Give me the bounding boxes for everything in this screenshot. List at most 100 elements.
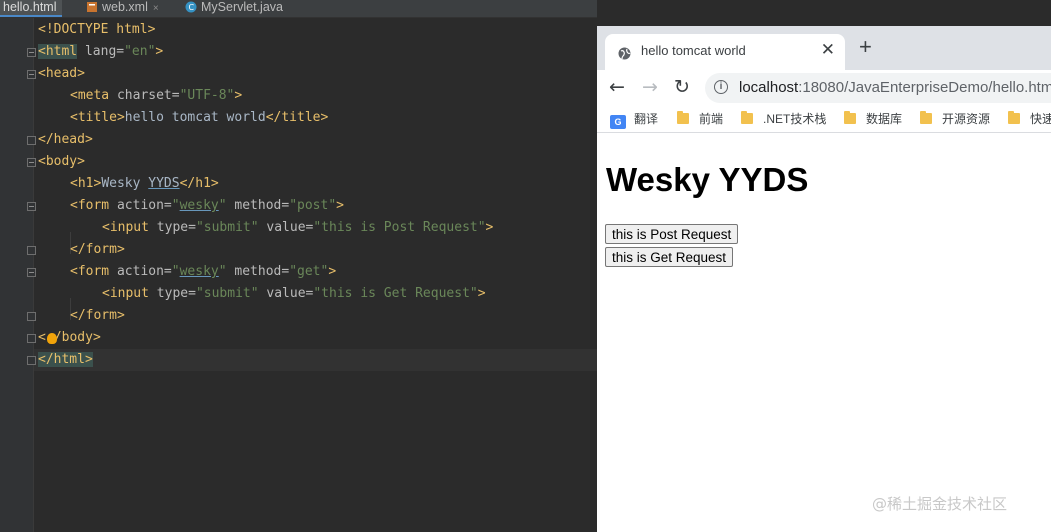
value-token: "submit" [195, 286, 259, 301]
tag-token: <input [102, 220, 149, 235]
fold-marker-head[interactable] [27, 70, 36, 79]
value-token: wesky [179, 264, 219, 279]
code-line: <html lang="en"> [38, 41, 163, 63]
tag-token: </title> [265, 110, 329, 125]
attr-token: action= [109, 264, 172, 279]
editor-tab-bar: hello.html web.xml × C MyServlet.java [0, 0, 597, 18]
lightbulb-icon[interactable] [47, 333, 57, 344]
tab-hello-html[interactable]: hello.html [0, 0, 62, 17]
bookmark-label: 快速 [1030, 112, 1051, 126]
fold-marker-html[interactable] [27, 48, 36, 57]
code-line: <h1>Wesky YYDS</h1> [70, 173, 219, 195]
browser-tab[interactable]: hello tomcat world ✕ [605, 34, 845, 70]
tag-token: <html [38, 44, 78, 59]
attr-token: method= [226, 264, 290, 279]
fold-marker-html-end[interactable] [27, 356, 36, 365]
code-line: </head> [38, 129, 93, 151]
fold-marker-form-end[interactable] [27, 312, 36, 321]
bookmark-dotnet[interactable]: .NET技术栈 [741, 110, 826, 127]
folder-icon [844, 111, 856, 124]
tag-token: <body> [38, 154, 85, 169]
code-line: <input type="submit" value="this is Post… [102, 217, 493, 239]
tag-token: <h1> [70, 176, 102, 191]
folder-icon [920, 111, 932, 124]
text-token: YYDS [148, 176, 180, 191]
code-line: </form> [70, 239, 125, 261]
code-line: <input type="submit" value="this is Get … [102, 283, 486, 305]
close-tab-icon[interactable]: ✕ [821, 40, 835, 60]
tag-token: > [336, 198, 344, 213]
tab-myservlet-java[interactable]: C MyServlet.java [180, 0, 305, 17]
bookmark-database[interactable]: 数据库 [844, 110, 902, 127]
fold-marker-form[interactable] [27, 202, 36, 211]
tag-token: > [234, 88, 243, 103]
back-arrow-icon[interactable]: ← [609, 76, 625, 98]
tag-token: > [155, 44, 164, 59]
fold-marker-body-end[interactable] [27, 334, 36, 343]
bookmark-label: .NET技术栈 [763, 112, 827, 126]
attr-token: value= [258, 220, 314, 235]
address-bar[interactable]: i localhost:18080/JavaEnterpriseDemo/hel… [705, 73, 1051, 103]
fold-marker-body[interactable] [27, 158, 36, 167]
bookmark-translate[interactable]: G 翻译 [610, 110, 658, 129]
ide-window: hello.html web.xml × C MyServlet.java <!D… [0, 0, 597, 532]
code-line: <title>hello tomcat world</title> [70, 107, 328, 129]
code-line: <!DOCTYPE html> [38, 19, 155, 41]
value-token: " [218, 198, 227, 213]
bookmark-opensource[interactable]: 开源资源 [920, 110, 990, 127]
doctype-token: <!DOCTYPE html> [38, 22, 156, 37]
fold-marker-form-end[interactable] [27, 246, 36, 255]
caret-line-highlight [34, 349, 597, 371]
get-request-button[interactable]: this is Get Request [605, 247, 734, 267]
value-token: "UTF-8" [179, 88, 235, 103]
attr-token: type= [148, 220, 196, 235]
bookmark-label: 数据库 [866, 112, 903, 126]
text-token: Wesky [101, 176, 149, 191]
post-request-button[interactable]: this is Post Request [605, 224, 739, 244]
tag-token: /body> [53, 330, 101, 345]
browser-window: hello tomcat world ✕ + ← → ↻ i localhost… [597, 26, 1051, 532]
page-viewport: Wesky YYDS this is Post Request this is … [597, 133, 1051, 532]
tag-token: </html> [38, 352, 93, 367]
tag-token: <form [70, 198, 110, 213]
code-line: <form action="wesky" method="get"> [70, 261, 336, 283]
code-line: <meta charset="UTF-8"> [70, 85, 242, 107]
tag-token: </head> [38, 132, 93, 147]
tag-token: </h1> [179, 176, 219, 191]
site-info-icon[interactable]: i [714, 80, 728, 94]
tag-token: > [485, 220, 494, 235]
globe-icon [618, 45, 631, 60]
address-url: localhost:18080/JavaEnterpriseDemo/hello… [739, 79, 1051, 96]
url-host: localhost [739, 79, 799, 96]
fold-marker-head-end[interactable] [27, 136, 36, 145]
watermark: @稀土掘金技术社区 [872, 495, 1008, 513]
tab-label: MyServlet.java [201, 0, 283, 14]
browser-tab-title: hello tomcat world [641, 43, 746, 58]
tag-token: </form> [70, 242, 125, 257]
attr-token: value= [258, 286, 314, 301]
fold-marker-form[interactable] [27, 268, 36, 277]
tag-token: > [477, 286, 486, 301]
folder-icon [741, 111, 753, 124]
new-tab-button[interactable]: + [859, 34, 872, 60]
close-icon[interactable]: × [153, 3, 159, 14]
attr-token: type= [148, 286, 196, 301]
code-line: <body> [38, 151, 85, 173]
bookmark-quick[interactable]: 快速 [1008, 110, 1051, 127]
value-token: "post" [289, 198, 337, 213]
bookmark-frontend[interactable]: 前端 [677, 110, 723, 127]
tag-token: <head> [38, 66, 85, 81]
forward-arrow-icon[interactable]: → [642, 76, 658, 98]
tab-web-xml[interactable]: web.xml × [68, 0, 174, 17]
reload-icon[interactable]: ↻ [674, 76, 690, 98]
bookmark-label: 前端 [699, 112, 724, 126]
code-line: </form> [70, 305, 125, 327]
code-line: <head> [38, 63, 85, 85]
svg-text:C: C [189, 3, 195, 12]
value-token: " [171, 198, 180, 213]
attr-token: method= [226, 198, 290, 213]
code-line: <form action="wesky" method="post"> [70, 195, 344, 217]
value-token: "this is Get Request" [313, 286, 478, 301]
value-token: "this is Post Request" [313, 220, 486, 235]
tag-token: <input [102, 286, 149, 301]
